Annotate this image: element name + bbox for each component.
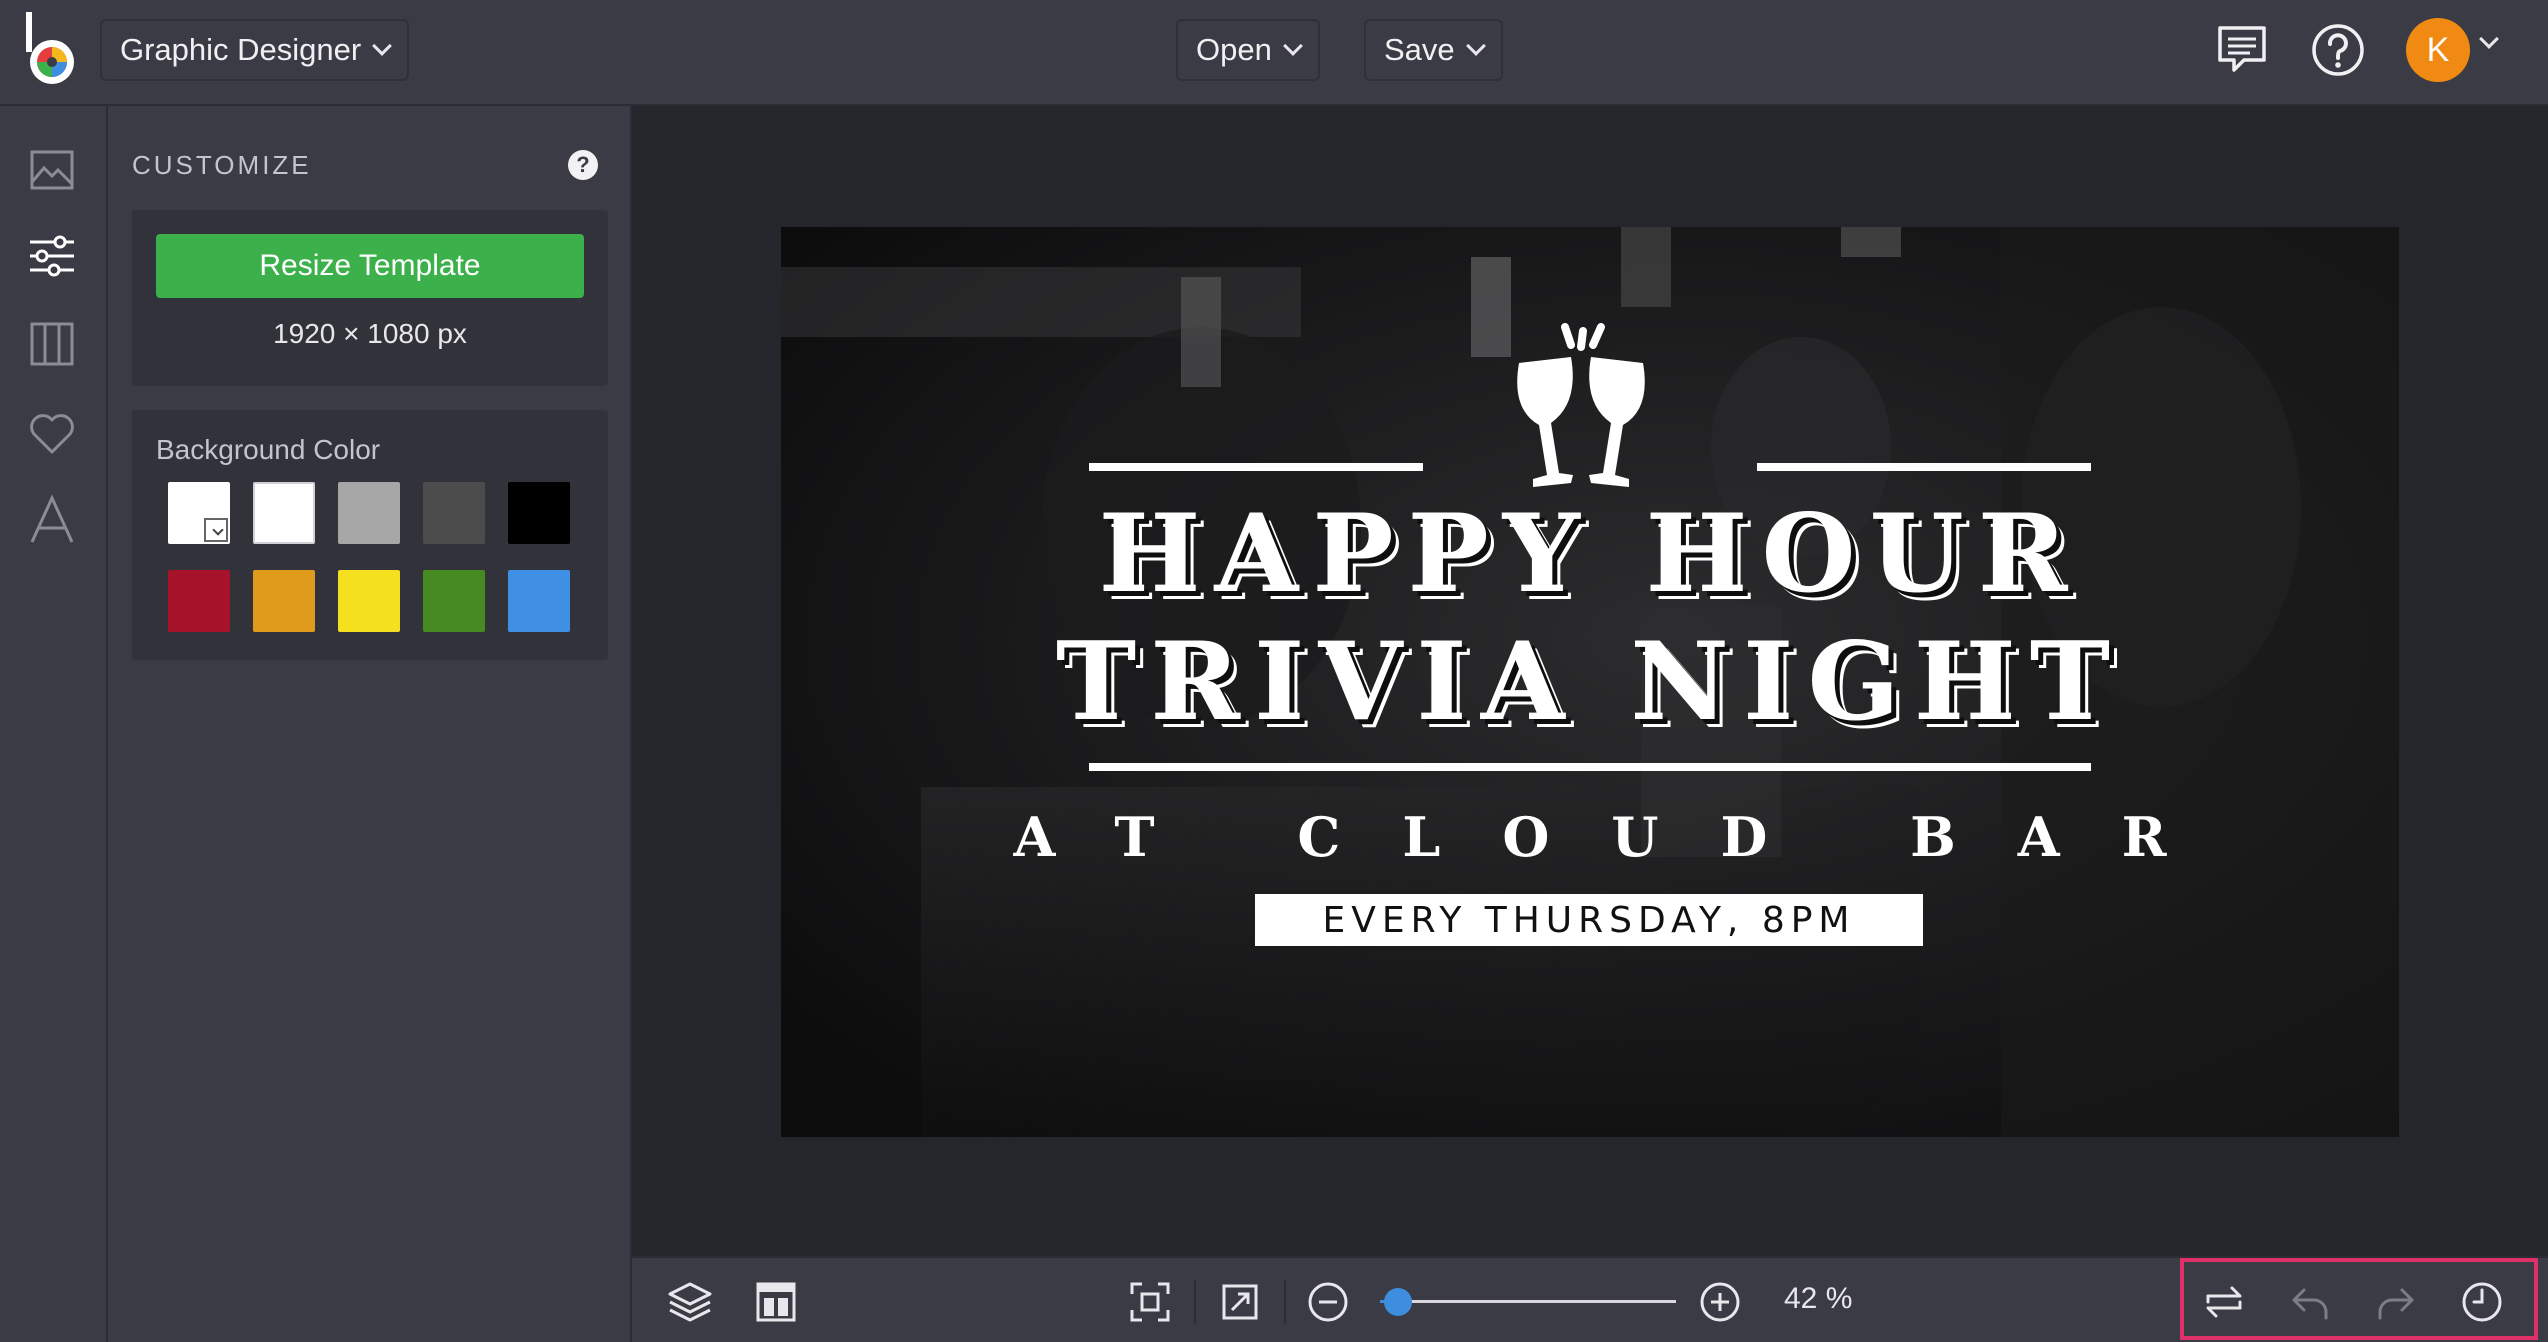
design-artboard[interactable]: HAPPY HOUR TRIVIA NIGHT AT CLOUD BAR EVE… (781, 227, 2399, 1137)
decorative-rule (1757, 463, 2091, 471)
save-menu-label: Save (1384, 32, 1455, 67)
plus-circle-icon[interactable] (1696, 1278, 1744, 1326)
cheers-glasses-icon (1517, 323, 1645, 487)
color-swatch[interactable] (338, 570, 400, 632)
history-controls-highlight (2180, 1258, 2538, 1340)
zoom-slider-track[interactable] (1380, 1300, 1676, 1303)
fit-to-screen-icon[interactable] (1126, 1278, 1174, 1326)
toolbar-divider (1284, 1280, 1286, 1324)
color-swatch[interactable] (253, 482, 315, 544)
customize-help-icon[interactable]: ? (568, 150, 598, 180)
color-swatch[interactable] (253, 570, 315, 632)
color-swatch[interactable] (423, 482, 485, 544)
venue-text: AT CLOUD BAR (1013, 805, 2229, 869)
color-swatch[interactable] (508, 570, 570, 632)
user-avatar[interactable]: K (2406, 18, 2470, 82)
resize-card: Resize Template 1920 × 1080 px (132, 210, 608, 386)
chevron-down-icon (1282, 36, 1303, 56)
heart-icon[interactable] (24, 404, 80, 460)
background-color-card: Background Color (132, 410, 608, 660)
save-menu-button[interactable]: Save (1364, 19, 1503, 81)
decorative-rule (1089, 763, 2091, 771)
headline-line1: HAPPY HOUR (1098, 491, 2082, 617)
background-color-label: Background Color (156, 434, 381, 465)
decorative-rule (1089, 463, 1423, 471)
color-swatch[interactable] (168, 570, 230, 632)
top-bar: Graphic Designer Open Save K (0, 0, 2548, 106)
panel-title: CUSTOMIZE (132, 150, 312, 180)
date-banner: EVERY THURSDAY, 8PM (1255, 894, 1923, 946)
open-menu-button[interactable]: Open (1176, 19, 1320, 81)
headline-line2: TRIVIA NIGHT (1055, 619, 2125, 745)
app-switcher-label: Graphic Designer (120, 32, 362, 67)
help-circle-icon[interactable] (2306, 18, 2370, 82)
resize-template-button[interactable]: Resize Template (156, 234, 584, 298)
chevron-down-icon (372, 36, 393, 56)
avatar-initial: K (2426, 30, 2450, 69)
chevron-down-icon (1465, 36, 1486, 56)
tool-rail (0, 106, 108, 1342)
image-icon[interactable] (24, 142, 80, 198)
layers-icon[interactable] (666, 1278, 714, 1326)
sliders-icon[interactable] (24, 228, 80, 284)
chevron-down-icon (212, 524, 224, 536)
text-icon[interactable] (24, 492, 80, 548)
brand-logo-icon[interactable] (22, 10, 82, 86)
chat-icon[interactable] (2210, 18, 2274, 82)
customize-panel: CUSTOMIZE ? Resize Template 1920 × 1080 … (108, 106, 632, 1342)
toolbar-divider (1194, 1280, 1196, 1324)
color-swatch[interactable] (423, 570, 485, 632)
open-menu-label: Open (1196, 32, 1272, 67)
zoom-slider-handle[interactable] (1383, 1288, 1412, 1316)
color-swatch[interactable] (508, 482, 570, 544)
account-chevron-down-icon[interactable] (2479, 29, 2499, 49)
color-swatch[interactable] (338, 482, 400, 544)
columns-icon[interactable] (24, 316, 80, 372)
app-switcher-dropdown[interactable]: Graphic Designer (100, 19, 410, 81)
expand-icon[interactable] (1216, 1278, 1264, 1326)
minus-circle-icon[interactable] (1304, 1278, 1352, 1326)
app-root: Graphic Designer Open Save K CUSTOMIZE ?… (0, 0, 2548, 1342)
layout-icon[interactable] (752, 1278, 800, 1326)
zoom-level-readout: 42 % (1784, 1282, 1853, 1315)
custom-color-picker[interactable] (168, 482, 230, 544)
template-dimensions: 1920 × 1080 px (273, 318, 467, 349)
